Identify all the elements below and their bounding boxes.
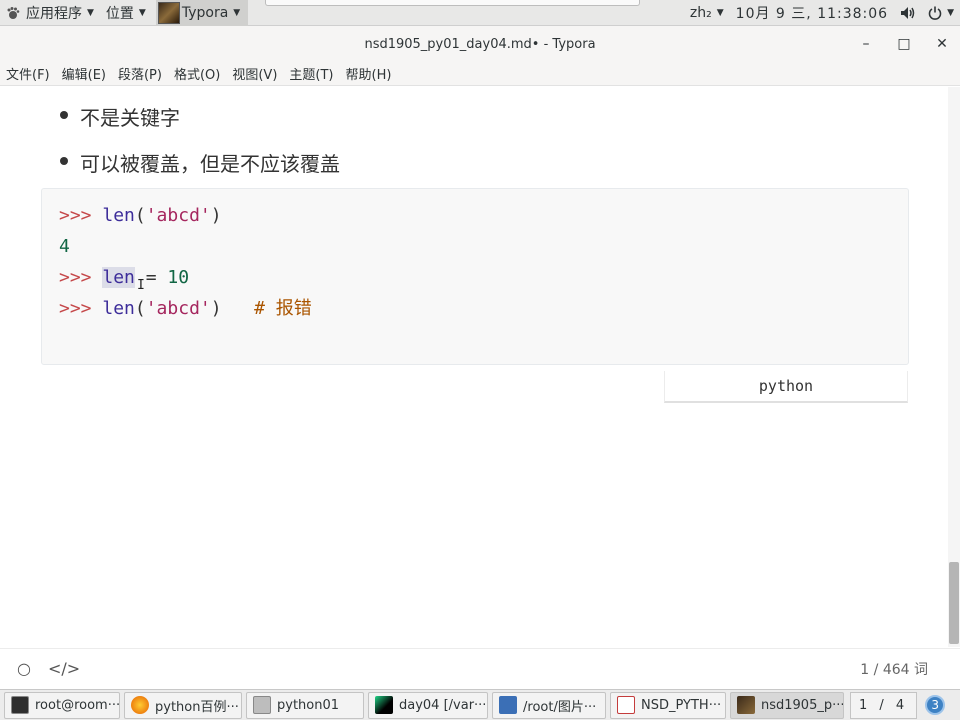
code-line-3: >>> len = 10 <box>59 265 908 296</box>
power-icon <box>928 6 942 20</box>
input-method-label: zh₂ <box>689 5 712 21</box>
code-line-1: >>> len('abcd') <box>59 203 908 234</box>
scrollbar-thumb[interactable] <box>949 562 959 644</box>
task-terminal[interactable]: root@room··· <box>4 691 120 719</box>
menubar: 文件(F) 编辑(E) 段落(P) 格式(O) 视图(V) 主题(T) 帮助(H… <box>0 62 960 86</box>
code-string: 'abcd' <box>145 298 211 319</box>
task-firefox[interactable]: python百例··· <box>124 691 242 719</box>
code-func: len <box>102 205 135 226</box>
code-paren-close: ) <box>210 298 222 319</box>
menu-file[interactable]: 文件(F) <box>0 62 56 86</box>
taskbar: root@room··· python百例··· python01 day04 … <box>0 689 960 720</box>
speaker-icon <box>901 7 915 19</box>
code-block[interactable]: >>> len('abcd') 4 >>> len = 10 >>> len('… <box>41 188 909 365</box>
source-code-mode-icon[interactable]: </> <box>48 659 80 678</box>
workspace-switcher[interactable]: 1 / 4 <box>850 691 918 719</box>
terminal-icon <box>11 696 29 714</box>
notification-badge[interactable]: 3 <box>925 695 946 715</box>
minimize-icon[interactable]: – <box>858 36 874 52</box>
typora-icon <box>737 696 755 714</box>
code-comment: # 报错 <box>254 298 312 319</box>
status-area: zh₂ ▼ 10月 9 三, 11:38:06 ▼ <box>684 0 960 26</box>
menu-format[interactable]: 格式(O) <box>168 62 226 86</box>
applications-menu[interactable]: 应用程序 ▼ <box>0 0 100 26</box>
repl-prompt: >>> <box>59 267 92 288</box>
text-cursor-icon: I <box>137 278 145 293</box>
document-icon <box>617 696 635 714</box>
task-label: python百例··· <box>155 699 239 715</box>
list-item[interactable]: 可以被覆盖，但是不应该覆盖 <box>60 139 340 185</box>
task-label: /root/图片··· <box>523 699 597 715</box>
task-files[interactable]: python01 <box>246 691 364 719</box>
pycharm-icon <box>375 696 393 714</box>
image-viewer-icon <box>499 696 517 714</box>
menu-paragraph[interactable]: 段落(P) <box>112 62 168 86</box>
screen: 应用程序 ▼ 位置 ▼ Typora ▼ zh₂ ▼ 10月 9 三, 11:3… <box>0 0 960 720</box>
places-label: 位置 <box>105 5 134 22</box>
code-number: 10 <box>167 267 190 288</box>
code-paren-close: ) <box>210 205 222 226</box>
code-paren-open: ( <box>134 205 146 226</box>
sidebar-toggle-icon[interactable]: ○ <box>12 659 36 678</box>
top-panel: 应用程序 ▼ 位置 ▼ Typora ▼ zh₂ ▼ 10月 9 三, 11:3… <box>0 0 960 26</box>
file-manager-icon <box>253 696 271 714</box>
code-name-selected: len <box>102 267 135 288</box>
code-func: len <box>102 298 135 319</box>
active-app-menu[interactable]: Typora ▼ <box>155 0 249 26</box>
task-document[interactable]: NSD_PYTH··· <box>610 691 726 719</box>
code-language-input[interactable]: python <box>664 371 908 403</box>
task-pycharm[interactable]: day04 [/var··· <box>368 691 488 719</box>
applications-label: 应用程序 <box>26 5 82 22</box>
input-method-menu[interactable]: zh₂ ▼ <box>684 0 730 26</box>
repl-prompt: >>> <box>59 298 92 319</box>
task-label: python01 <box>277 697 340 713</box>
window-titlebar[interactable]: nsd1905_py01_day04.md• - Typora – □ ✕ <box>0 26 960 62</box>
task-label: nsd1905_p··· <box>761 697 844 713</box>
code-output: 4 <box>59 236 70 257</box>
menu-edit[interactable]: 编辑(E) <box>56 62 112 86</box>
menu-view[interactable]: 视图(V) <box>226 62 283 86</box>
code-language-label: python <box>758 377 814 395</box>
close-icon[interactable]: ✕ <box>934 36 950 52</box>
power-menu[interactable]: ▼ <box>922 0 960 26</box>
chevron-down-icon: ▼ <box>233 7 241 18</box>
code-string: 'abcd' <box>145 205 211 226</box>
chevron-down-icon: ▼ <box>947 8 954 18</box>
task-label: day04 [/var··· <box>399 697 487 713</box>
panel-search-edge <box>265 0 640 6</box>
menu-theme[interactable]: 主题(T) <box>283 62 339 86</box>
clock-label: 10月 9 三, 11:38:06 <box>735 6 889 22</box>
menu-help[interactable]: 帮助(H) <box>340 62 398 86</box>
status-footer: ○ </> 1 / 464 词 <box>0 648 960 688</box>
chevron-down-icon: ▼ <box>138 7 146 18</box>
clock[interactable]: 10月 9 三, 11:38:06 <box>730 0 894 26</box>
workspace-label: 1 / 4 <box>859 697 909 713</box>
repl-prompt: >>> <box>59 205 92 226</box>
firefox-icon <box>131 696 149 714</box>
chevron-down-icon: ▼ <box>716 8 724 18</box>
chevron-down-icon: ▼ <box>87 7 94 18</box>
editor-area[interactable]: 不是关键字 可以被覆盖，但是不应该覆盖 >>> len('abcd') 4 >>… <box>0 87 948 647</box>
task-label: root@room··· <box>35 697 120 713</box>
code-line-4: >>> len('abcd') # 报错 <box>59 296 908 327</box>
volume-icon[interactable] <box>894 0 922 26</box>
task-typora[interactable]: nsd1905_p··· <box>730 691 844 719</box>
typora-app-icon <box>157 1 180 24</box>
bullet-list: 不是关键字 可以被覆盖，但是不应该覆盖 <box>60 93 340 185</box>
maximize-icon[interactable]: □ <box>896 36 912 52</box>
window-controls: – □ ✕ <box>858 26 950 62</box>
code-line-2: 4 <box>59 234 908 265</box>
list-item[interactable]: 不是关键字 <box>60 93 340 139</box>
task-image-viewer[interactable]: /root/图片··· <box>492 691 606 719</box>
active-app-label: Typora <box>181 4 229 21</box>
gnome-foot-icon <box>7 6 20 19</box>
window-title: nsd1905_py01_day04.md• - Typora <box>364 36 596 52</box>
task-label: NSD_PYTH··· <box>641 697 722 713</box>
places-menu[interactable]: 位置 ▼ <box>100 0 152 26</box>
code-paren-open: ( <box>134 298 146 319</box>
word-count[interactable]: 1 / 464 词 <box>860 659 928 679</box>
